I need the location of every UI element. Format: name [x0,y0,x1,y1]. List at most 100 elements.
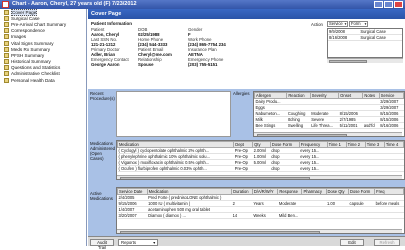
sidebar-item-label: Administrative Checklist [11,71,60,77]
table-cell [365,165,385,172]
table-row[interactable]: 9/15/2006 1000 IU ( multivitamin ) 2 Years M… [117,200,404,207]
document-icon [4,52,9,58]
meds-administered-label: Medications Administered (Open Cases) [90,141,116,161]
table-cell [301,212,327,219]
main-panel: Cover Page Patient Information Patient Aa… [88,9,405,250]
edit-button[interactable]: Edit [340,238,364,246]
document-icon [4,21,9,27]
home-phone-field: Home Phone (234) 544-3333 [138,37,168,47]
allergies-grid: Allergen Reaction Severity Onset Notes Servic… [253,91,405,137]
insurance-field: Insurance Plan AETNA [188,47,217,57]
table-cell: Life Threa... [310,122,339,129]
emergency-phone-field: Emergency Phone (203) 755-5151 [188,57,224,67]
action-list: 9/9/2008 Surgical Case 8/16/2008 Surgical C… [327,28,403,58]
allergies-hscroll[interactable] [254,132,402,136]
table-cell: asd'fd [362,122,380,129]
table-cell: drop [270,165,300,172]
action-cell: Surgical Case [359,34,402,42]
table-cell [374,212,404,219]
table-cell [348,212,375,219]
emergency-contact-field: Emergency Contact George Aaron [91,57,129,67]
minimize-button[interactable] [374,1,383,8]
table-cell: Bee Stings [254,122,287,129]
action-row[interactable]: 8/16/2008 Surgical Case [328,34,402,42]
table-cell [327,165,347,172]
document-icon [4,28,9,34]
sidebar-item-label: Personal Health Data [11,77,55,83]
dob-field: DOB 02/25/1988 [138,27,160,37]
sidebar-item-label: Cover Page [11,8,38,16]
action-label: Action [311,22,323,27]
window-title: Chart - Aaron, Cheryl, 27 years old (F) … [12,1,137,7]
doctor-field: Primary Doctor Adler, Brian [91,47,120,57]
action-cell: 8/16/2008 [328,34,360,42]
patient-info-title: Patient Information [91,21,133,26]
close-button[interactable] [394,1,403,8]
form-select[interactable]: Form ▼ [349,21,368,27]
sidebar-item-label: Questions and Statistics [11,65,61,71]
table-cell: Pred Forte ( prednisoLONE ophthalmic ) [147,194,232,201]
document-icon [4,65,9,71]
table-cell: before meals [374,200,404,207]
table-cell [346,165,366,172]
table-cell: Weeks [252,212,278,219]
table-row[interactable]: ( Ocufen ) flurbiprofen ophthalmic 0.03%… [117,165,404,172]
sidebar-nav: Cover Page Surgical Case Pre-Arrival Chart… [0,8,87,246]
table-row[interactable]: Bee Stings Swelling Life Threa... 5/11/2001… [254,122,404,129]
app-icon [2,1,9,8]
table-cell: Swelling [286,122,311,129]
meds-administered-grid: Medication Dept Qty Dose Form Frequency Time … [116,140,405,180]
bottom-toolbar: Audit Trail Reports ▼ Edit Refresh [88,236,405,250]
patient-field: Patient Aaron, Cheryl [91,27,120,37]
email-field: Patient Email Cheryl@me.com [138,47,172,57]
document-icon [4,59,9,65]
sidebar-item-label: PFSH Summary [11,52,45,58]
sidebar-item[interactable]: Personal Health Data [0,77,86,83]
document-icon [4,46,9,52]
patient-info-panel: Patient Information Patient Aaron, Cheryl… [88,19,405,89]
table-cell: Mild Ben... [277,212,302,219]
relationship-field: Relationship Spouse [138,57,162,67]
table-cell: 14 [231,212,253,219]
refresh-button[interactable]: Refresh [374,238,400,246]
active-meds-hscroll[interactable] [117,229,402,233]
active-meds-label: Active Medications [90,191,113,201]
reports-select[interactable]: Reports ▼ [118,238,158,246]
action-area: Action Service ▼ Form ▼ 9/9/2008 Surgical C… [311,21,403,81]
allergies-label: Allergies [233,91,250,96]
table-cell: Diamox ( diamox ) ... [147,212,232,219]
table-cell: 5/11/2001 [338,122,363,129]
document-icon [4,15,9,21]
active-meds-grid: Service Date Medication Duration D/A/R/W/Y R… [116,187,405,234]
table-cell [252,165,271,172]
chevron-down-icon: ▼ [152,240,156,245]
gender-field: Gender F [188,27,203,37]
sidebar-item-label: Correspondence [11,28,45,34]
sidebar-item-label: Vital Signs Summary [11,40,54,46]
sidebar-item-label: Images [11,34,27,40]
table-cell: Pre-Op [233,165,253,172]
service-select[interactable]: Service ▼ [327,21,348,27]
sidebar-item-label: Pre-Arrival Chart Summary [11,21,67,27]
action-hscroll[interactable] [327,58,403,63]
meds-hscroll[interactable] [117,175,402,179]
ssn-field: Last SSN No. 121-21-1212 [91,37,118,47]
document-icon [4,40,9,46]
document-icon [4,34,9,40]
table-cell: every 15... [299,165,328,172]
table-cell: ( Ocufen ) flurbiprofen ophthalmic 0.03%… [117,165,234,172]
sidebar-item-label: Surgical Case [11,15,40,21]
table-row[interactable]: 3/20/2007 Diamox ( diamox ) ... 14 Weeks Mil… [117,212,404,219]
recent-procedures-box [116,91,231,137]
window-titlebar: Chart - Aaron, Cheryl, 27 years old (F) … [0,0,405,9]
audit-trail-button[interactable]: Audit Trail [90,238,114,250]
recent-procedures-label: Recent Procedure(s) [90,91,115,101]
table-cell [326,212,349,219]
maximize-button[interactable] [384,1,393,8]
sidebar-item-label: Historical Summary [11,59,51,65]
document-icon [4,9,9,15]
document-icon [4,77,9,83]
table-cell [384,165,404,172]
table-cell: 8/16/2006 [379,122,404,129]
table-cell: 3/20/2007 [117,212,148,219]
